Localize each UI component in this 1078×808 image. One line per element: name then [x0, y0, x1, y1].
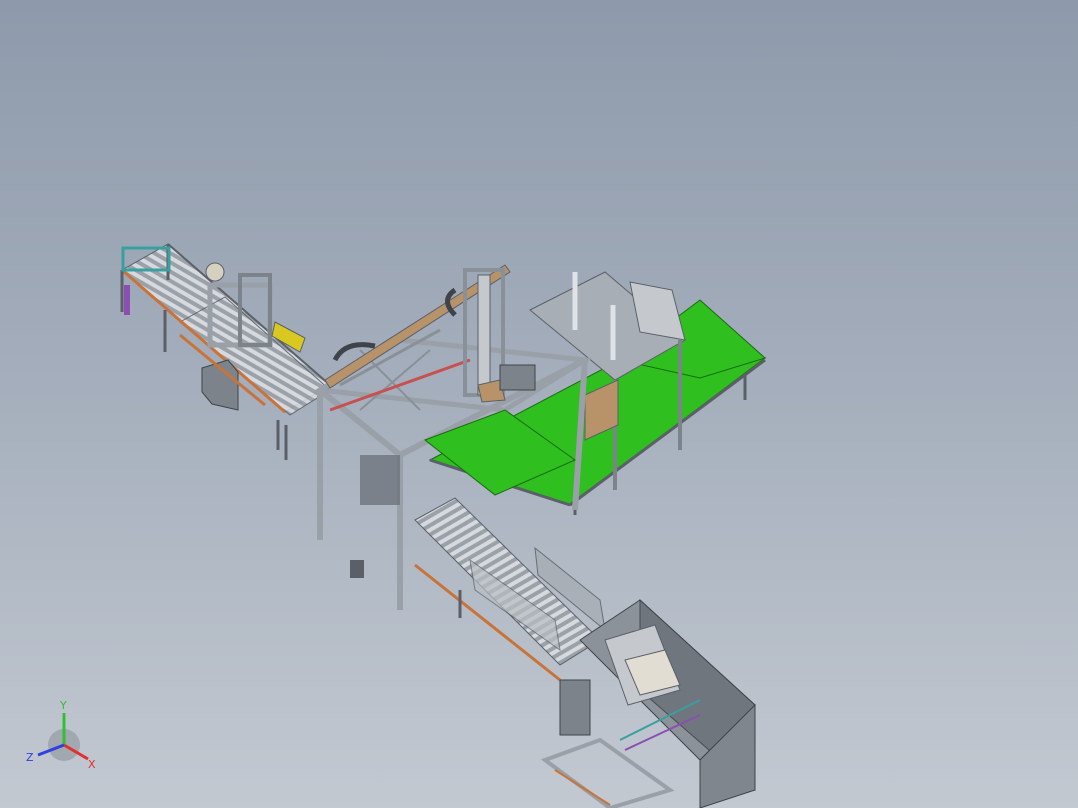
- y-axis-label: Y: [59, 699, 67, 712]
- coordinate-triad: Y X Z: [26, 699, 96, 771]
- z-axis-label: Z: [26, 751, 34, 764]
- infeed-conveyor: [120, 243, 331, 460]
- outfeed-conveyor: [414, 497, 606, 682]
- 3d-model-viewport[interactable]: [0, 0, 1078, 808]
- x-axis-label: X: [88, 758, 96, 771]
